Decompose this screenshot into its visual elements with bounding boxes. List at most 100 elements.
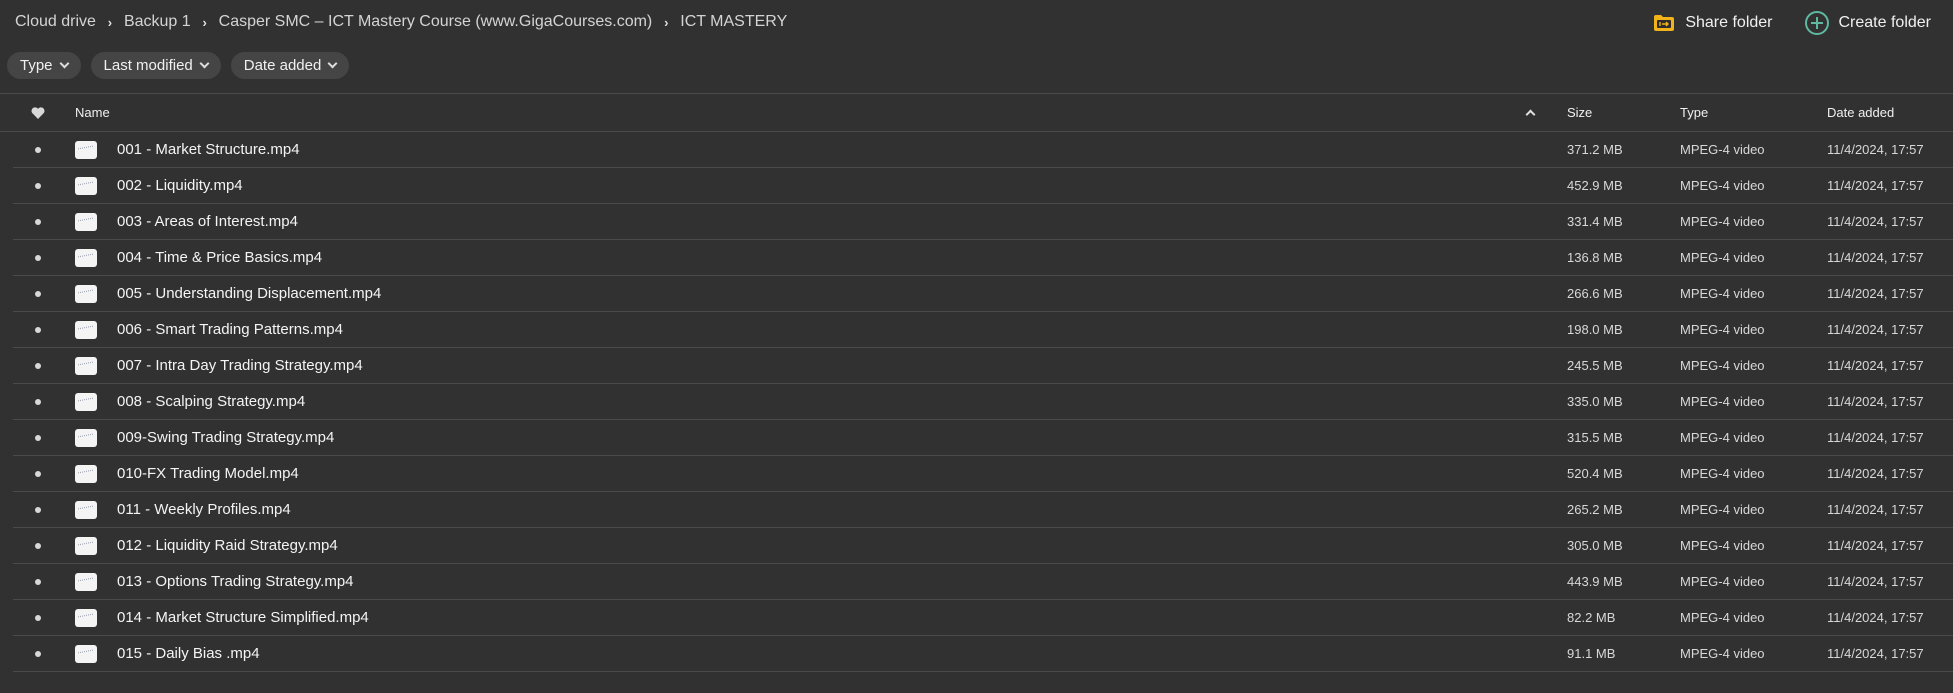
favorite-toggle[interactable] [28, 564, 48, 599]
file-type: MPEG-4 video [1680, 178, 1765, 193]
file-size: 452.9 MB [1567, 178, 1623, 193]
file-name-cell: 007 - Intra Day Trading Strategy.mp4 [75, 348, 363, 383]
file-list: 001 - Market Structure.mp4 371.2 MB MPEG… [0, 132, 1953, 672]
dot-icon [35, 650, 41, 657]
file-name-cell: 003 - Areas of Interest.mp4 [75, 204, 298, 239]
breadcrumb-course-folder[interactable]: Casper SMC – ICT Mastery Course (www.Gig… [219, 13, 653, 31]
file-size: 266.6 MB [1567, 286, 1623, 301]
video-thumbnail-icon [75, 392, 97, 411]
file-name[interactable]: 011 - Weekly Profiles.mp4 [117, 501, 291, 518]
filter-date-added-label: Date added [243, 57, 322, 74]
favorite-toggle[interactable] [28, 420, 48, 455]
favorite-toggle[interactable] [28, 492, 48, 527]
dot-icon [35, 254, 41, 261]
column-favorite[interactable] [28, 94, 48, 131]
breadcrumb-current-folder: ICT MASTERY [680, 13, 788, 30]
table-row[interactable]: 014 - Market Structure Simplified.mp4 82… [13, 600, 1953, 636]
table-header: Name Size Type Date added [0, 93, 1953, 132]
filter-bar: Type Last modified Date added [7, 52, 350, 79]
file-name[interactable]: 003 - Areas of Interest.mp4 [117, 213, 298, 230]
column-date-added[interactable]: Date added [1827, 94, 1894, 131]
table-row[interactable]: 007 - Intra Day Trading Strategy.mp4 245… [13, 348, 1953, 384]
file-date-added: 11/4/2024, 17:57 [1827, 466, 1924, 481]
file-name[interactable]: 012 - Liquidity Raid Strategy.mp4 [117, 537, 338, 554]
chevron-right-icon: › [664, 14, 669, 30]
table-row[interactable]: 008 - Scalping Strategy.mp4 335.0 MB MPE… [13, 384, 1953, 420]
file-name[interactable]: 004 - Time & Price Basics.mp4 [117, 249, 322, 266]
dot-icon [35, 182, 41, 189]
favorite-toggle[interactable] [28, 204, 48, 239]
plus-circle-icon [1804, 11, 1829, 35]
table-row[interactable]: 012 - Liquidity Raid Strategy.mp4 305.0 … [13, 528, 1953, 564]
file-type: MPEG-4 video [1680, 394, 1765, 409]
file-date-added: 11/4/2024, 17:57 [1827, 178, 1924, 193]
table-row[interactable]: 006 - Smart Trading Patterns.mp4 198.0 M… [13, 312, 1953, 348]
file-name[interactable]: 001 - Market Structure.mp4 [117, 141, 300, 158]
share-folder-button[interactable]: Share folder [1653, 14, 1773, 32]
column-name[interactable]: Name [75, 94, 110, 131]
table-row[interactable]: 001 - Market Structure.mp4 371.2 MB MPEG… [13, 132, 1953, 168]
dot-icon [35, 146, 41, 153]
file-type: MPEG-4 video [1680, 214, 1765, 229]
file-name[interactable]: 013 - Options Trading Strategy.mp4 [117, 573, 354, 590]
share-folder-icon [1653, 14, 1675, 32]
filter-date-added[interactable]: Date added [230, 52, 350, 79]
favorite-toggle[interactable] [28, 348, 48, 383]
favorite-toggle[interactable] [28, 636, 48, 671]
create-folder-label: Create folder [1838, 14, 1932, 31]
table-row[interactable]: 002 - Liquidity.mp4 452.9 MB MPEG-4 vide… [13, 168, 1953, 204]
file-table: Name Size Type Date added 001 - Market S… [0, 93, 1953, 672]
file-size: 265.2 MB [1567, 502, 1623, 517]
video-thumbnail-icon [75, 608, 97, 627]
file-name[interactable]: 005 - Understanding Displacement.mp4 [117, 285, 381, 302]
table-row[interactable]: 013 - Options Trading Strategy.mp4 443.9… [13, 564, 1953, 600]
file-type: MPEG-4 video [1680, 286, 1765, 301]
file-date-added: 11/4/2024, 17:57 [1827, 502, 1924, 517]
dot-icon [35, 506, 41, 513]
favorite-toggle[interactable] [28, 240, 48, 275]
file-name[interactable]: 010-FX Trading Model.mp4 [117, 465, 299, 482]
file-name[interactable]: 009-Swing Trading Strategy.mp4 [117, 429, 334, 446]
file-size: 443.9 MB [1567, 574, 1623, 589]
sort-ascending-icon[interactable] [1525, 94, 1536, 131]
favorite-toggle[interactable] [28, 168, 48, 203]
file-name[interactable]: 008 - Scalping Strategy.mp4 [117, 393, 305, 410]
file-name[interactable]: 007 - Intra Day Trading Strategy.mp4 [117, 357, 363, 374]
file-date-added: 11/4/2024, 17:57 [1827, 286, 1924, 301]
favorite-toggle[interactable] [28, 384, 48, 419]
table-row[interactable]: 009-Swing Trading Strategy.mp4 315.5 MB … [13, 420, 1953, 456]
file-size: 331.4 MB [1567, 214, 1623, 229]
create-folder-button[interactable]: Create folder [1804, 11, 1932, 35]
filter-last-modified[interactable]: Last modified [90, 52, 221, 79]
table-row[interactable]: 003 - Areas of Interest.mp4 331.4 MB MPE… [13, 204, 1953, 240]
filter-type[interactable]: Type [7, 52, 81, 79]
breadcrumb-cloud-drive[interactable]: Cloud drive [15, 13, 96, 31]
breadcrumb: Cloud drive › Backup 1 › Casper SMC – IC… [15, 13, 787, 31]
file-name[interactable]: 015 - Daily Bias .mp4 [117, 645, 260, 662]
table-row[interactable]: 005 - Understanding Displacement.mp4 266… [13, 276, 1953, 312]
column-type[interactable]: Type [1680, 94, 1708, 131]
file-name[interactable]: 006 - Smart Trading Patterns.mp4 [117, 321, 343, 338]
dot-icon [35, 362, 41, 369]
video-thumbnail-icon [75, 248, 97, 267]
file-name[interactable]: 014 - Market Structure Simplified.mp4 [117, 609, 369, 626]
file-date-added: 11/4/2024, 17:57 [1827, 430, 1924, 445]
favorite-toggle[interactable] [28, 528, 48, 563]
file-name-cell: 012 - Liquidity Raid Strategy.mp4 [75, 528, 338, 563]
table-row[interactable]: 004 - Time & Price Basics.mp4 136.8 MB M… [13, 240, 1953, 276]
table-row[interactable]: 011 - Weekly Profiles.mp4 265.2 MB MPEG-… [13, 492, 1953, 528]
file-date-added: 11/4/2024, 17:57 [1827, 358, 1924, 373]
favorite-toggle[interactable] [28, 456, 48, 491]
file-name-cell: 005 - Understanding Displacement.mp4 [75, 276, 381, 311]
table-row[interactable]: 015 - Daily Bias .mp4 91.1 MB MPEG-4 vid… [13, 636, 1953, 672]
dot-icon [35, 614, 41, 621]
breadcrumb-backup-1[interactable]: Backup 1 [124, 13, 191, 31]
column-size[interactable]: Size [1567, 94, 1592, 131]
favorite-toggle[interactable] [28, 276, 48, 311]
favorite-toggle[interactable] [28, 132, 48, 167]
file-name-cell: 011 - Weekly Profiles.mp4 [75, 492, 291, 527]
file-name[interactable]: 002 - Liquidity.mp4 [117, 177, 243, 194]
favorite-toggle[interactable] [28, 312, 48, 347]
favorite-toggle[interactable] [28, 600, 48, 635]
table-row[interactable]: 010-FX Trading Model.mp4 520.4 MB MPEG-4… [13, 456, 1953, 492]
